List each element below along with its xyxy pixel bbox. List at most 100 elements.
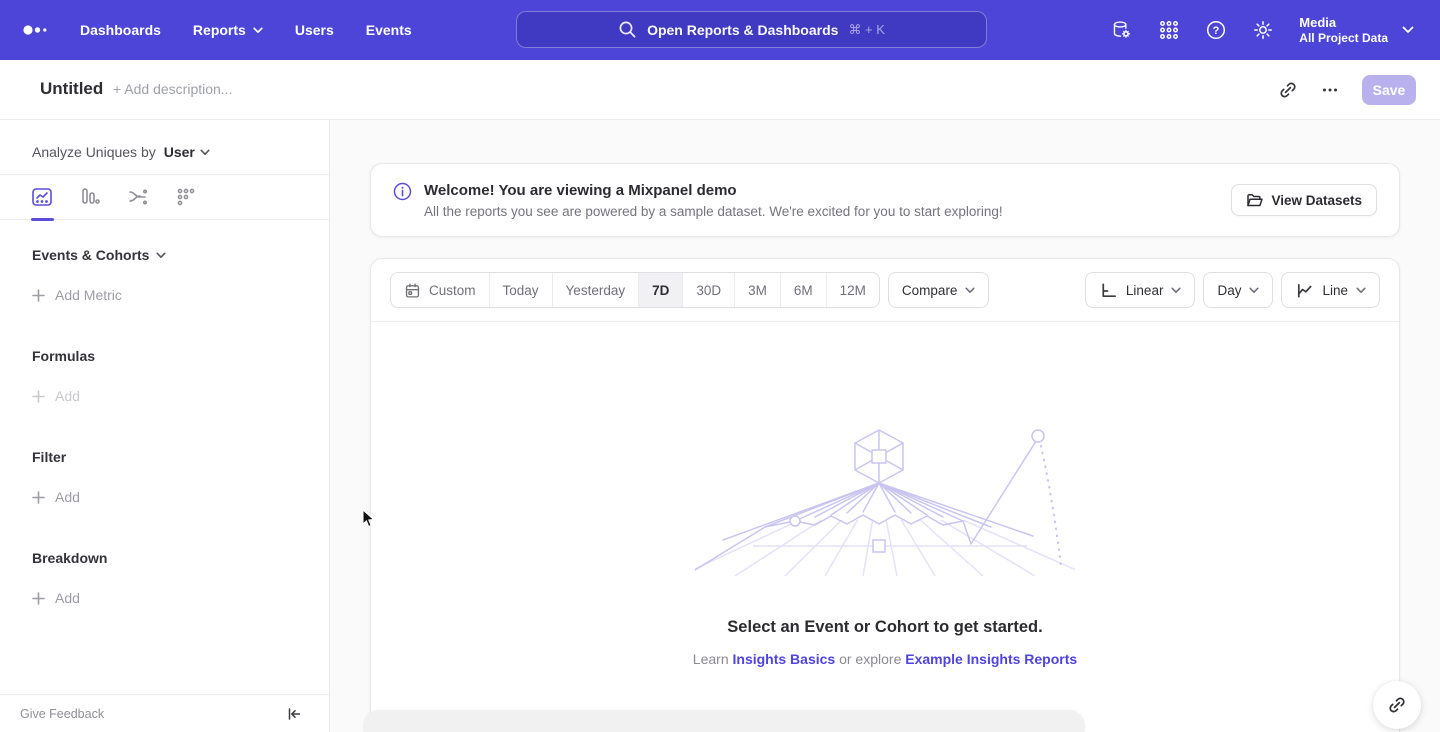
report-controls-row: Custom Today Yesterday 7D 30D 3M 6M 12M … <box>371 259 1399 322</box>
chevron-down-icon <box>1402 26 1414 34</box>
tab-bar-chart[interactable] <box>78 185 102 209</box>
add-formula-button[interactable]: Add <box>32 388 329 404</box>
copy-link-icon[interactable] <box>1278 80 1298 100</box>
apps-grid-icon[interactable] <box>1158 19 1180 41</box>
project-subtitle: All Project Data <box>1299 31 1388 46</box>
date-range-6m[interactable]: 6M <box>781 273 827 307</box>
insights-basics-link[interactable]: Insights Basics <box>733 651 836 667</box>
section-title: Breakdown <box>32 550 107 566</box>
collapse-sidebar-icon[interactable] <box>285 705 303 723</box>
date-range-3m[interactable]: 3M <box>735 273 781 307</box>
chart-display-controls: Linear Day Line <box>1085 272 1380 308</box>
section-title: Formulas <box>32 348 95 364</box>
plus-icon <box>32 289 45 302</box>
tab-flows[interactable] <box>126 185 150 209</box>
chart-type-dropdown[interactable]: Line <box>1281 272 1380 308</box>
linear-axes-icon <box>1099 281 1118 300</box>
mixpanel-logo-icon[interactable] <box>22 21 52 39</box>
tab-retention-grid[interactable] <box>174 185 198 209</box>
range-label: 6M <box>794 283 813 298</box>
nav-item-label: Events <box>366 22 412 38</box>
range-label: 30D <box>696 283 721 298</box>
scale-dropdown[interactable]: Linear <box>1085 272 1196 308</box>
date-range-7d-active[interactable]: 7D <box>639 273 683 307</box>
button-label: Compare <box>902 283 958 298</box>
range-label: Custom <box>429 283 476 298</box>
search-placeholder: Open Reports & Dashboards <box>647 22 838 38</box>
settings-gear-icon[interactable] <box>1252 19 1274 41</box>
section-filter: Filter <box>32 449 329 465</box>
tab-insights-line-chart[interactable] <box>30 185 54 209</box>
range-label: 3M <box>748 283 767 298</box>
project-name: Media <box>1299 14 1388 31</box>
banner-title: Welcome! You are viewing a Mixpanel demo <box>424 182 1003 199</box>
compare-dropdown[interactable]: Compare <box>888 272 990 308</box>
banner-subtitle: All the reports you see are powered by a… <box>424 204 1003 219</box>
range-label: Yesterday <box>566 283 626 298</box>
action-label: Add <box>55 590 80 606</box>
section-formulas: Formulas <box>32 348 329 364</box>
nav-item-users[interactable]: Users <box>295 22 334 38</box>
date-range-today[interactable]: Today <box>490 273 553 307</box>
link-chain-icon <box>1387 695 1407 715</box>
empty-state-subtitle: Learn Insights Basics or explore Example… <box>693 651 1077 667</box>
date-range-segmented-control: Custom Today Yesterday 7D 30D 3M 6M 12M <box>390 272 880 308</box>
section-events-cohorts[interactable]: Events & Cohorts <box>32 247 329 263</box>
add-metric-button[interactable]: Add Metric <box>32 287 329 303</box>
button-label: Line <box>1322 283 1348 298</box>
view-datasets-button[interactable]: View Datasets <box>1231 184 1377 216</box>
report-header-actions: Save <box>1278 60 1416 120</box>
add-filter-button[interactable]: Add <box>32 489 329 505</box>
nav-item-events[interactable]: Events <box>366 22 412 38</box>
chevron-down-icon <box>156 252 166 259</box>
analyze-prefix: Analyze Uniques by <box>32 144 156 160</box>
svg-text:?: ? <box>1213 25 1220 37</box>
save-button[interactable]: Save <box>1362 75 1416 105</box>
analyze-by-dropdown[interactable]: User <box>164 144 210 160</box>
report-description-placeholder[interactable]: + Add description... <box>113 81 232 97</box>
action-label: Add <box>55 388 80 404</box>
results-panel-peek[interactable] <box>363 710 1085 732</box>
date-range-yesterday[interactable]: Yesterday <box>553 273 640 307</box>
nav-item-dashboards[interactable]: Dashboards <box>80 22 161 38</box>
project-selector[interactable]: Media All Project Data <box>1299 14 1414 46</box>
example-insights-reports-link[interactable]: Example Insights Reports <box>905 651 1077 667</box>
primary-nav: Dashboards Reports Users Events <box>80 0 412 60</box>
info-icon <box>393 182 412 201</box>
mixpanel-app: Dashboards Reports Users Events Open Rep… <box>0 0 1440 732</box>
chevron-down-icon <box>1356 287 1366 294</box>
button-label: View Datasets <box>1271 193 1362 208</box>
empty-state: Select an Event or Cohort to get started… <box>371 322 1399 667</box>
interval-dropdown[interactable]: Day <box>1203 272 1273 308</box>
share-link-fab[interactable] <box>1373 681 1421 729</box>
top-navigation-bar: Dashboards Reports Users Events Open Rep… <box>0 0 1440 60</box>
empty-state-illustration <box>695 424 1075 576</box>
help-icon[interactable]: ? <box>1205 19 1227 41</box>
date-range-12m[interactable]: 12M <box>827 273 879 307</box>
add-breakdown-button[interactable]: Add <box>32 590 329 606</box>
action-label: Add Metric <box>55 287 122 303</box>
give-feedback-link[interactable]: Give Feedback <box>20 707 104 721</box>
date-range-custom[interactable]: Custom <box>391 273 490 307</box>
chevron-down-icon <box>253 27 263 34</box>
chevron-down-icon <box>965 287 975 294</box>
report-header-bar: Untitled + Add description... Save <box>0 60 1440 120</box>
analyze-value: User <box>164 144 195 160</box>
data-management-icon[interactable] <box>1111 19 1133 41</box>
banner-text: Welcome! You are viewing a Mixpanel demo… <box>424 182 1003 219</box>
chevron-down-icon <box>200 149 210 156</box>
date-range-30d[interactable]: 30D <box>683 273 735 307</box>
plus-icon <box>32 491 45 504</box>
range-label: 12M <box>840 283 866 298</box>
report-title[interactable]: Untitled <box>40 79 103 99</box>
sidebar-footer: Give Feedback <box>0 694 329 732</box>
global-search-bar[interactable]: Open Reports & Dashboards ⌘ + K <box>516 11 987 48</box>
calendar-icon <box>404 282 421 299</box>
nav-item-reports[interactable]: Reports <box>193 22 263 38</box>
main-content: Welcome! You are viewing a Mixpanel demo… <box>330 120 1440 732</box>
subtitle-text: Learn <box>693 651 729 667</box>
query-builder-sidebar: Analyze Uniques by User <box>0 120 330 732</box>
analyze-uniques-row: Analyze Uniques by User <box>0 120 329 174</box>
insights-report-card: Custom Today Yesterday 7D 30D 3M 6M 12M … <box>370 258 1400 732</box>
more-options-icon[interactable] <box>1320 80 1340 100</box>
